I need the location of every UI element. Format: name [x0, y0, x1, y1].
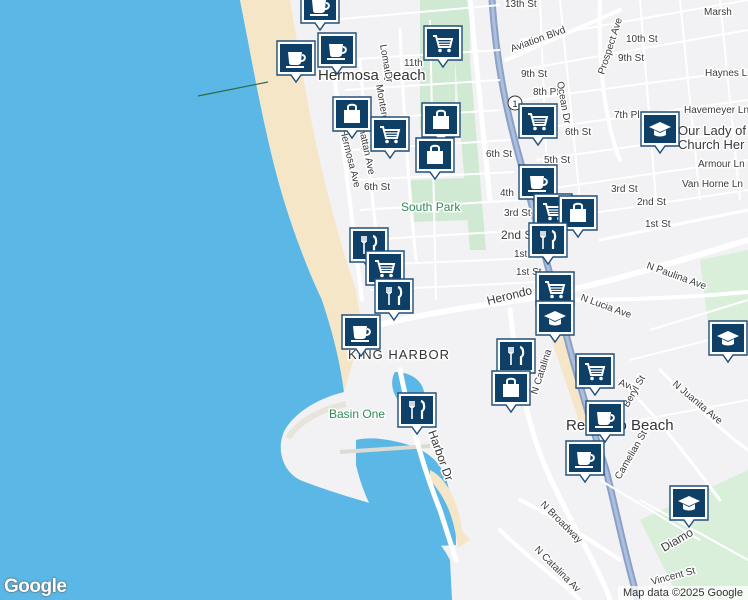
street-label: Haynes Ln [705, 68, 748, 79]
park-label-basin-one: Basin One [329, 407, 385, 421]
street-label: 11th [404, 58, 423, 69]
street-label: 9th St [521, 69, 547, 80]
marker-background [579, 357, 611, 385]
google-logo: Google [4, 576, 67, 597]
street-label: 6th St [565, 127, 591, 138]
street-label: 10th St [626, 34, 658, 45]
street-label: 13th St [505, 0, 537, 10]
street-label: Armour Ln [698, 159, 745, 170]
street-label: Havemeyer Ln [684, 105, 748, 116]
marker-background [401, 396, 433, 424]
marker-background [532, 226, 564, 254]
street-label: 8th Pl [533, 87, 559, 98]
street-label: 7th Pl [614, 110, 640, 121]
street-label: Marsh [704, 7, 732, 18]
route-shield-number: 1 [512, 99, 517, 109]
map-attribution[interactable]: Map data ©2025 Google [617, 586, 748, 600]
street-label: 4th [500, 188, 514, 199]
map-canvas[interactable]: 1 Hermosa Beach KING HARBOR Redondo Beac… [0, 0, 748, 600]
park-label-south-park: South Park [401, 200, 461, 214]
street-label: Van Horne Ln [682, 179, 743, 190]
street-label: 3rd St [611, 184, 638, 195]
street-label: 2nd St [637, 197, 666, 208]
marker-background [374, 120, 406, 148]
street-label: 3rd St [504, 208, 531, 219]
street-label: 6th St [364, 182, 390, 193]
street-label: 9th St [618, 53, 644, 64]
marker-background [427, 29, 459, 57]
street-label: 6th St [486, 149, 512, 160]
poi-label: Church Her [678, 137, 745, 152]
marker-background [522, 107, 554, 135]
street-label: 1st [514, 249, 528, 260]
marker-background [369, 254, 401, 282]
street-label: 1st St [645, 219, 671, 230]
poi-label: Our Lady of [678, 123, 746, 138]
marker-background [500, 342, 532, 370]
marker-background [539, 275, 571, 303]
marker-background [378, 282, 410, 310]
